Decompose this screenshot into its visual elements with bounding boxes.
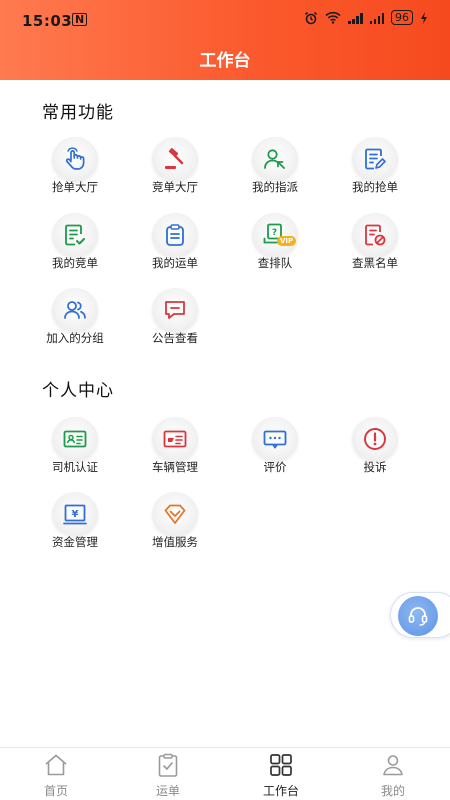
tile-label: 评价	[263, 460, 287, 474]
diamond-icon	[164, 504, 186, 524]
document-icon	[365, 148, 386, 170]
tile-label: 车辆管理	[152, 460, 198, 474]
svg-text:¥: ¥	[72, 509, 79, 520]
customer-service-button[interactable]	[390, 592, 450, 638]
tab-label: 首页	[43, 784, 68, 798]
user-assign-icon	[264, 149, 285, 169]
group-icon	[64, 301, 86, 319]
tab-label: 运单	[155, 784, 180, 798]
gavel-icon	[165, 148, 184, 169]
app-header: 15:03 N 96 工作台	[0, 0, 450, 80]
doc-check-icon	[65, 224, 85, 246]
clipboard-icon	[166, 224, 184, 246]
home-icon	[45, 754, 67, 776]
personal-center-title: 个人中心	[42, 381, 114, 401]
tile-check-queue[interactable]: ? VIP 查排队	[225, 213, 325, 283]
announcement-icon	[165, 301, 185, 319]
user-icon	[383, 755, 403, 776]
tile-label: 竞单大厅	[152, 180, 198, 194]
tile-label: 投诉	[363, 460, 387, 474]
tile-label: 我的指派	[252, 180, 298, 194]
tile-grab-order-hall[interactable]: 抢单大厅	[25, 137, 125, 207]
status-bar: 15:03 N 96	[0, 0, 450, 40]
alert-circle-icon	[364, 428, 386, 450]
tab-label: 工作台	[262, 784, 299, 798]
tile-driver-verification[interactable]: 司机认证	[25, 417, 125, 487]
tile-funds-management[interactable]: ¥ 资金管理	[25, 492, 125, 562]
svg-text:?: ?	[272, 228, 277, 238]
tile-label: 我的竞单	[52, 256, 98, 270]
tab-label: 我的	[380, 784, 405, 798]
signal-icon	[348, 12, 363, 24]
id-card-icon	[63, 430, 87, 448]
nfc-icon: N	[72, 13, 88, 26]
tile-label: 资金管理	[52, 535, 98, 549]
workbench-content: 常用功能 抢单大厅 竞单大厅 我的指派 我的抢单 我的竞单 我的运单 ? VIP…	[0, 80, 450, 747]
tile-bidding-hall[interactable]: 竞单大厅	[125, 137, 225, 207]
vip-badge: VIP	[277, 236, 297, 246]
headset-icon	[408, 607, 428, 626]
money-icon: ¥	[63, 504, 87, 525]
tile-label: 查黑名单	[352, 256, 398, 270]
tile-label: 我的运单	[152, 256, 198, 270]
tab-workbench[interactable]: 工作台	[225, 748, 337, 800]
common-functions-title: 常用功能	[42, 103, 114, 123]
comment-icon	[263, 430, 287, 449]
tile-complaints[interactable]: 投诉	[325, 417, 425, 487]
tile-value-added-services[interactable]: 增值服务	[125, 492, 225, 562]
tile-vehicle-management[interactable]: 车辆管理	[125, 417, 225, 487]
tile-label: 查排队	[257, 256, 293, 270]
tab-mine[interactable]: 我的	[337, 748, 449, 800]
grid-icon	[270, 754, 292, 776]
tile-label: 加入的分组	[46, 331, 104, 345]
vehicle-card-icon	[163, 430, 187, 448]
charging-icon	[421, 11, 427, 24]
tile-label: 公告查看	[152, 331, 198, 345]
tile-check-blacklist[interactable]: 查黑名单	[325, 213, 425, 283]
tile-view-announcements[interactable]: 公告查看	[125, 288, 225, 358]
tile-my-grabbed-orders[interactable]: 我的抢单	[325, 137, 425, 207]
clipboard-tab-icon	[158, 753, 178, 777]
tab-waybill[interactable]: 运单	[112, 748, 224, 800]
tile-label: 抢单大厅	[52, 180, 98, 194]
status-icons: 96	[304, 10, 428, 25]
tile-label: 增值服务	[152, 535, 198, 549]
wifi-icon	[325, 11, 341, 24]
battery-indicator: 96	[391, 10, 413, 25]
tile-label: 司机认证	[52, 460, 98, 474]
alarm-icon	[304, 11, 318, 24]
bottom-tab-bar: 首页 运单 工作台 我的	[0, 747, 450, 800]
hand-tap-icon	[65, 147, 85, 170]
tile-ratings[interactable]: 评价	[225, 417, 325, 487]
blacklist-icon	[365, 224, 386, 246]
status-time: 15:03	[22, 12, 73, 30]
tile-my-waybills[interactable]: 我的运单	[125, 213, 225, 283]
tile-my-assignments[interactable]: 我的指派	[225, 137, 325, 207]
signal-icon-2	[369, 12, 384, 24]
page-title: 工作台	[199, 51, 251, 71]
tile-joined-groups[interactable]: 加入的分组	[25, 288, 125, 358]
tile-my-bids[interactable]: 我的竞单	[25, 213, 125, 283]
tab-home[interactable]: 首页	[0, 748, 112, 800]
tile-label: 我的抢单	[352, 180, 398, 194]
